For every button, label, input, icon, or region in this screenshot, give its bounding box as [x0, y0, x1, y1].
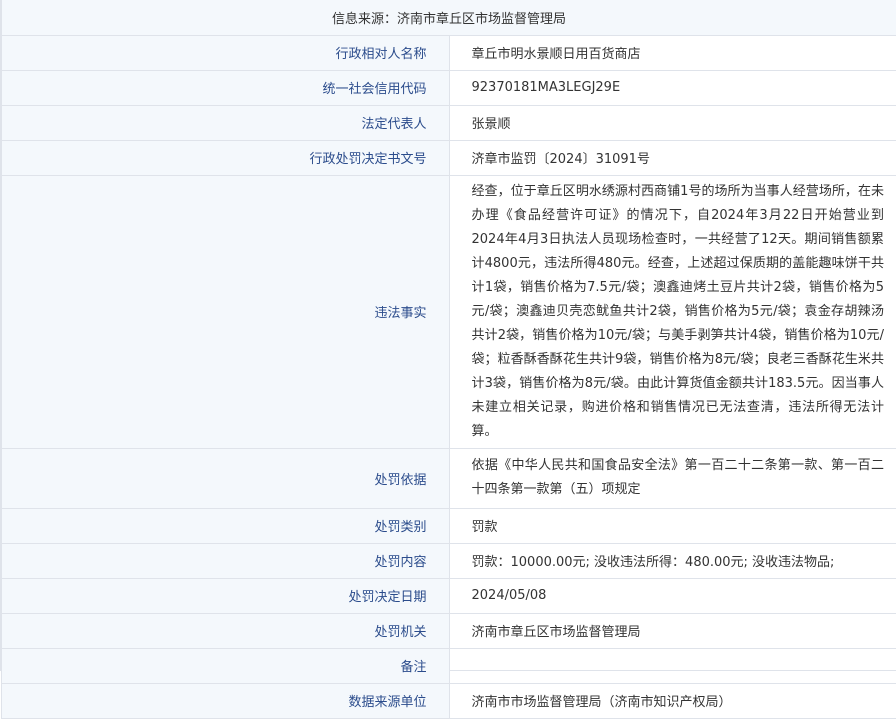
label-penalty-category: 处罚类别 — [2, 508, 450, 543]
info-source-header: 信息来源：济南市章丘区市场监督管理局 — [2, 0, 896, 35]
value-violation-facts: 经查，位于章丘区明水绣源村西商铺1号的场所为当事人经营场所，在未办理《食品经营许… — [449, 175, 896, 448]
table-row: 备注 — [2, 648, 896, 683]
value-credit-code: 92370181MA3LEGJ29E — [449, 70, 896, 105]
value-remarks — [449, 648, 896, 683]
table-row: 数据来源单位 济南市市场监督管理局（济南市知识产权局） — [2, 683, 896, 718]
table-row: 处罚内容 罚款：10000.00元; 没收违法所得：480.00元; 没收违法物… — [2, 543, 896, 578]
table-row: 处罚机关 济南市章丘区市场监督管理局 — [2, 613, 896, 648]
value-penalty-category: 罚款 — [449, 508, 896, 543]
table-row: 违法事实 经查，位于章丘区明水绣源村西商铺1号的场所为当事人经营场所，在未办理《… — [2, 175, 896, 448]
label-violation-facts: 违法事实 — [2, 175, 450, 448]
label-decision-date: 处罚决定日期 — [2, 578, 450, 613]
label-party-name: 行政相对人名称 — [2, 35, 450, 70]
label-remarks: 备注 — [2, 648, 450, 683]
value-data-source-unit: 济南市市场监督管理局（济南市知识产权局） — [449, 683, 896, 718]
penalty-info-table-container: 信息来源：济南市章丘区市场监督管理局 行政相对人名称 章丘市明水景顺日用百货商店… — [0, 0, 896, 671]
label-penalty-authority: 处罚机关 — [2, 613, 450, 648]
value-decision-date: 2024/05/08 — [449, 578, 896, 613]
value-penalty-basis: 依据《中华人民共和国食品安全法》第一百二十二条第一款、第一百二十四条第一款第（五… — [449, 448, 896, 508]
table-row: 处罚决定日期 2024/05/08 — [2, 578, 896, 613]
value-penalty-content: 罚款：10000.00元; 没收违法所得：480.00元; 没收违法物品; — [449, 543, 896, 578]
label-decision-number: 行政处罚决定书文号 — [2, 140, 450, 175]
label-legal-rep: 法定代表人 — [2, 105, 450, 140]
value-penalty-authority: 济南市章丘区市场监督管理局 — [449, 613, 896, 648]
label-penalty-content: 处罚内容 — [2, 543, 450, 578]
value-legal-rep: 张景顺 — [449, 105, 896, 140]
table-row: 法定代表人 张景顺 — [2, 105, 896, 140]
table-row: 行政相对人名称 章丘市明水景顺日用百货商店 — [2, 35, 896, 70]
penalty-info-table: 信息来源：济南市章丘区市场监督管理局 行政相对人名称 章丘市明水景顺日用百货商店… — [1, 0, 896, 719]
label-data-source-unit: 数据来源单位 — [2, 683, 450, 718]
table-row: 处罚依据 依据《中华人民共和国食品安全法》第一百二十二条第一款、第一百二十四条第… — [2, 448, 896, 508]
table-row: 统一社会信用代码 92370181MA3LEGJ29E — [2, 70, 896, 105]
value-party-name: 章丘市明水景顺日用百货商店 — [449, 35, 896, 70]
table-row: 处罚类别 罚款 — [2, 508, 896, 543]
table-row: 行政处罚决定书文号 济章市监罚〔2024〕31091号 — [2, 140, 896, 175]
label-credit-code: 统一社会信用代码 — [2, 70, 450, 105]
label-penalty-basis: 处罚依据 — [2, 448, 450, 508]
value-decision-number: 济章市监罚〔2024〕31091号 — [449, 140, 896, 175]
